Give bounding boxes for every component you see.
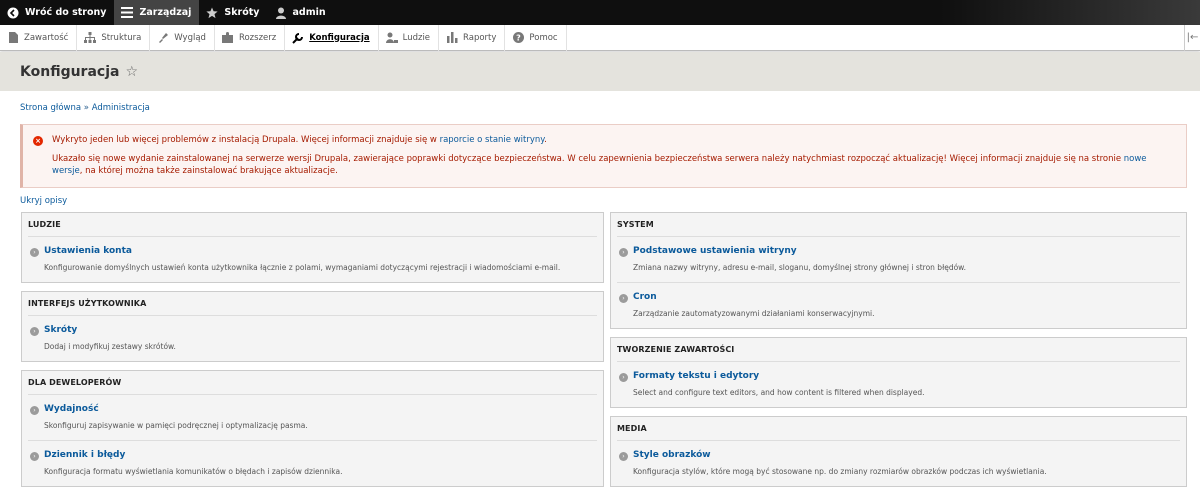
panel-system: SYSTEM › Podstawowe ustawienia witryny Z… (610, 212, 1187, 329)
user-label: admin (292, 7, 326, 18)
image-styles-link[interactable]: Style obrazków (633, 449, 1180, 462)
shortcuts-button[interactable]: Skróty (199, 0, 267, 25)
chevron-right-icon: › (30, 248, 39, 257)
list-item: › Ustawienia konta Konfigurowanie domyśl… (28, 237, 597, 282)
tray-item-help[interactable]: ? Pomoc (505, 24, 567, 51)
left-column: LUDZIE › Ustawienia konta Konfigurowanie… (21, 212, 604, 495)
bar-chart-icon (446, 32, 458, 44)
error-message-1: Wykryto jeden lub więcej problemów z ins… (52, 135, 547, 145)
tray-orientation-toggle[interactable]: |← (1184, 24, 1200, 51)
tray-item-people[interactable]: Ludzie (379, 24, 440, 51)
breadcrumb-separator: » (81, 103, 92, 113)
error-icon: × (33, 136, 43, 146)
account-settings-link[interactable]: Ustawienia konta (44, 245, 597, 258)
hide-descriptions-link[interactable]: Ukryj opisy (20, 196, 67, 206)
item-description: Dodaj i modyfikuj zestawy skrótów. (44, 342, 176, 351)
star-icon (205, 6, 219, 20)
page-title: Konfiguracja (20, 63, 120, 80)
page-header: Konfiguracja ☆ (0, 52, 1200, 91)
item-description: Zarządzanie zautomatyzowanymi działaniam… (633, 309, 875, 318)
list-item: › Cron Zarządzanie zautomatyzowanymi dzi… (617, 283, 1180, 328)
toolbar-tray: Zawartość Struktura Wygląd Rozszerz Konf… (0, 24, 1200, 51)
chevron-right-icon: › (30, 406, 39, 415)
right-column: SYSTEM › Podstawowe ustawienia witryny Z… (610, 212, 1187, 495)
tray-item-content[interactable]: Zawartość (0, 24, 78, 51)
tray-item-structure[interactable]: Struktura (77, 24, 151, 51)
list-item: › Podstawowe ustawienia witryny Zmiana n… (617, 237, 1180, 283)
people-icon (385, 32, 398, 44)
shortcuts-link[interactable]: Skróty (44, 324, 597, 337)
basic-site-settings-link[interactable]: Podstawowe ustawienia witryny (633, 245, 1180, 258)
tray-item-reports[interactable]: Raporty (439, 24, 506, 51)
item-description: Konfiguracja formatu wyświetlania komuni… (44, 467, 343, 476)
cron-link[interactable]: Cron (633, 291, 1180, 304)
panel-media: MEDIA › Style obrazków Konfiguracja styl… (610, 416, 1187, 487)
panel-title: DLA DEWELOPERÓW (28, 371, 597, 395)
back-to-site-button[interactable]: Wróć do strony (0, 0, 114, 25)
chevron-right-icon: › (30, 452, 39, 461)
file-icon (7, 32, 19, 44)
tray-item-appearance[interactable]: Wygląd (150, 24, 215, 51)
tray-item-label: Zawartość (24, 32, 69, 43)
panel-content-authoring: TWORZENIE ZAWARTOŚCI › Formaty tekstu i … (610, 337, 1187, 408)
admin-toolbar: Wróć do strony Zarządzaj Skróty admin (0, 0, 1200, 25)
status-report-link[interactable]: raporcie o stanie witryny (440, 135, 545, 145)
tray-item-label: Konfiguracja (309, 32, 370, 43)
performance-link[interactable]: Wydajność (44, 403, 597, 416)
tray-item-extend[interactable]: Rozszerz (215, 24, 286, 51)
error-message-2: Ukazało się nowe wydanie zainstalowanej … (52, 153, 1147, 177)
chevron-right-icon: › (619, 294, 628, 303)
user-icon (274, 6, 288, 20)
tray-item-label: Wygląd (174, 32, 206, 43)
panel-user-interface: INTERFEJS UŻYTKOWNIKA › Skróty Dodaj i m… (21, 291, 604, 362)
panel-title: LUDZIE (28, 213, 597, 237)
list-item: › Wydajność Skonfiguruj zapisywanie w pa… (28, 395, 597, 441)
sitemap-icon (84, 32, 97, 44)
list-item: › Dziennik i błędy Konfiguracja formatu … (28, 441, 597, 486)
back-to-site-label: Wróć do strony (25, 7, 107, 18)
chevron-right-icon: › (30, 327, 39, 336)
shortcuts-label: Skróty (224, 7, 260, 18)
tray-item-label: Raporty (463, 32, 497, 43)
wrench-icon (292, 32, 304, 44)
item-description: Konfigurowanie domyślnych ustawień konta… (44, 263, 561, 272)
breadcrumb-home-link[interactable]: Strona główna (20, 103, 81, 113)
panel-title: SYSTEM (617, 213, 1180, 237)
panel-title: MEDIA (617, 417, 1180, 441)
paint-icon (157, 32, 169, 44)
help-icon: ? (512, 32, 524, 44)
panel-people: LUDZIE › Ustawienia konta Konfigurowanie… (21, 212, 604, 283)
panel-title: INTERFEJS UŻYTKOWNIKA (28, 292, 597, 316)
tray-item-label: Pomoc (529, 32, 558, 43)
breadcrumb: Strona główna » Administracja (20, 103, 150, 113)
list-item: › Style obrazków Konfiguracja stylów, kt… (617, 441, 1180, 486)
panel-title: TWORZENIE ZAWARTOŚCI (617, 338, 1180, 362)
chevron-right-icon: › (619, 373, 628, 382)
panel-developers: DLA DEWELOPERÓW › Wydajność Skonfiguruj … (21, 370, 604, 487)
add-shortcut-star-icon[interactable]: ☆ (125, 65, 138, 79)
back-circle-icon (6, 6, 20, 20)
error-messages: × Wykryto jeden lub więcej problemów z i… (20, 124, 1187, 188)
item-description: Select and configure text editors, and h… (633, 388, 925, 397)
menu-icon (120, 6, 134, 20)
item-description: Konfiguracja stylów, które mogą być stos… (633, 467, 1047, 476)
tray-item-label: Rozszerz (238, 32, 277, 43)
manage-button[interactable]: Zarządzaj (114, 0, 200, 25)
chevron-right-icon: › (619, 248, 628, 257)
tray-item-label: Ludzie (402, 32, 431, 43)
chevron-right-icon: › (619, 452, 628, 461)
breadcrumb-admin-link[interactable]: Administracja (92, 103, 150, 113)
item-description: Skonfiguruj zapisywanie w pamięci podręc… (44, 421, 308, 430)
tray-item-label: Struktura (101, 32, 142, 43)
logging-errors-link[interactable]: Dziennik i błędy (44, 449, 597, 462)
item-description: Zmiana nazwy witryny, adresu e-mail, slo… (633, 263, 966, 272)
puzzle-icon (222, 32, 234, 44)
list-item: › Skróty Dodaj i modyfikuj zestawy skrót… (28, 316, 597, 361)
list-item: › Formaty tekstu i edytory Select and co… (617, 362, 1180, 407)
text-formats-link[interactable]: Formaty tekstu i edytory (633, 370, 1180, 383)
svg-text:?: ? (516, 34, 521, 43)
manage-label: Zarządzaj (139, 7, 192, 18)
tray-item-configuration[interactable]: Konfiguracja (285, 24, 379, 51)
user-button[interactable]: admin (268, 0, 334, 25)
